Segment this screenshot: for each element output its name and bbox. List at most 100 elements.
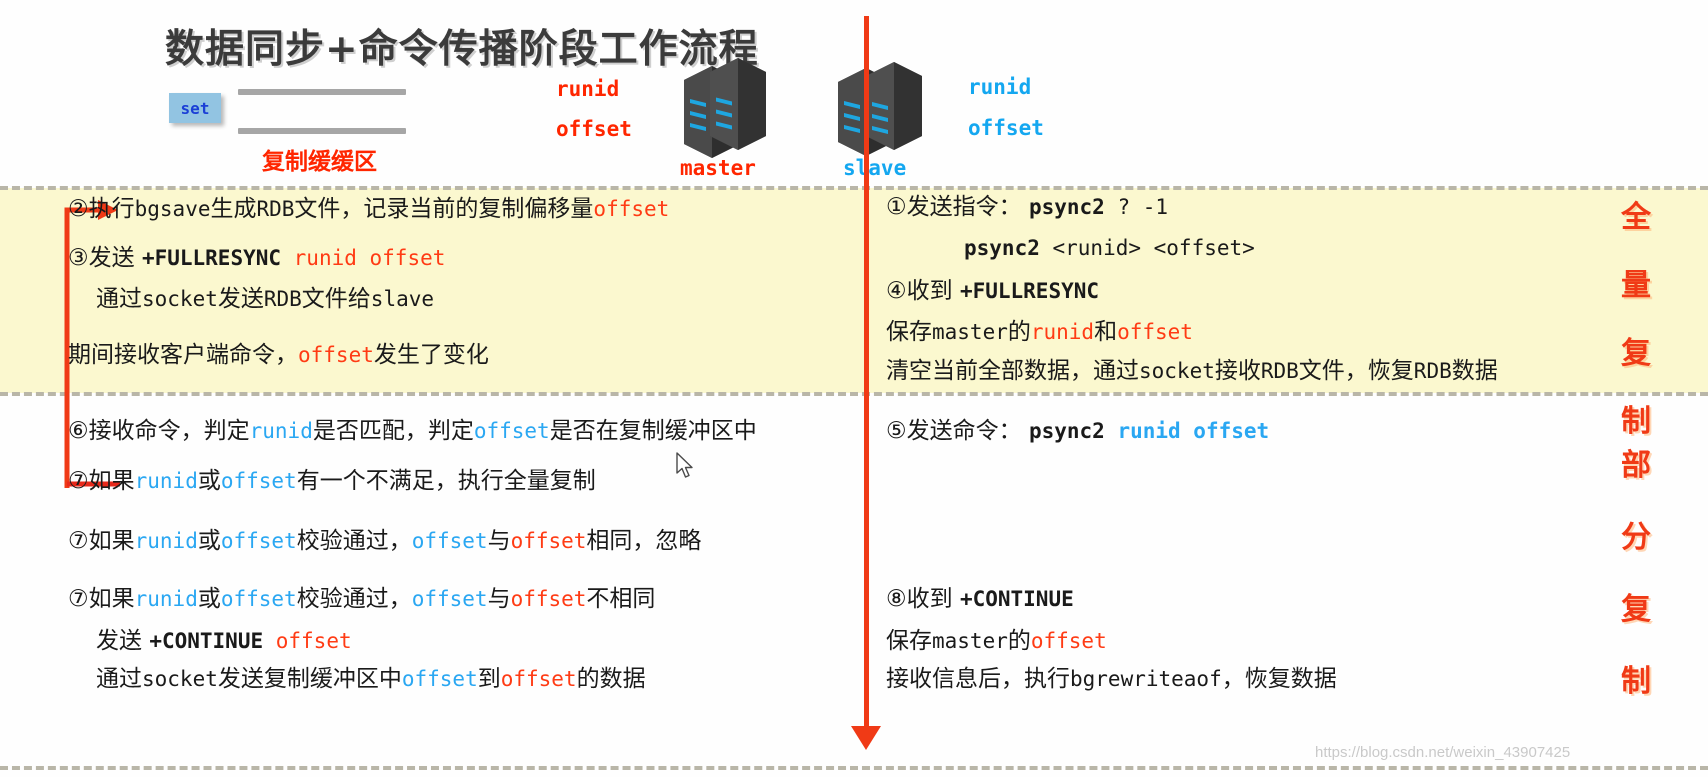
text-segment: ⑦如果 [68, 586, 135, 612]
text-segment: 或 [197, 528, 221, 554]
text-segment: 发生了变化 [373, 342, 489, 368]
text-segment: offset [510, 529, 587, 553]
text-segment: socket [1139, 359, 1215, 383]
watermark-text: https://blog.csdn.net/weixin_43907425 [1315, 744, 1571, 761]
caption-char: 制 [1621, 664, 1651, 699]
master-runid-label: runid [556, 77, 620, 101]
text-segment: ⑥接收命令，判定 [68, 418, 250, 444]
text-segment: bgsave [134, 197, 211, 221]
text-segment: ⑤发送命令： [886, 418, 1029, 444]
caption-char: 制 [1621, 404, 1651, 439]
master-step-7c: ⑦如果runid或offset校验通过，offset与offset不相同 [68, 588, 655, 611]
text-segment: 校验通过， [296, 586, 412, 612]
text-segment: runid [134, 587, 198, 611]
caption-char: 全 [1621, 200, 1651, 235]
text-segment: 与 [487, 586, 511, 612]
caption-char: 复 [1621, 336, 1651, 371]
text-segment: offset [1117, 320, 1193, 344]
text-segment: offset [473, 419, 550, 443]
partial-replication-caption: 部分复制 [1612, 440, 1660, 728]
text-segment: slave [370, 287, 435, 311]
text-segment: <runid> <offset> [1039, 236, 1255, 260]
text-segment: offset [1030, 629, 1107, 653]
master-offset-note: 期间接收客户端命令，offset发生了变化 [68, 344, 489, 367]
master-step-6: ⑥接收命令，判定runid是否匹配，判定offset是否在复制缓冲区中 [68, 420, 757, 443]
text-segment: 发送复制缓冲区中 [217, 666, 402, 692]
master-server-icon [678, 52, 768, 162]
slave-step-1-detail: psync2 <runid> <offset> [964, 237, 1255, 260]
text-segment: bgrewriteaof [1070, 667, 1222, 691]
slave-step-4-flush: 清空当前全部数据，通过socket接收RDB文件，恢复RDB数据 [886, 360, 1498, 383]
master-offset-label: offset [556, 117, 632, 141]
set-command-box: set [169, 93, 221, 123]
text-segment: 期间接收客户端命令， [68, 342, 298, 368]
text-segment: offset [275, 629, 352, 653]
text-segment: 的数据 [576, 666, 646, 692]
replication-buffer-label: 复制缓缓区 [262, 149, 377, 175]
text-segment: 文件，记录当前的复制偏移量 [294, 196, 594, 222]
master-step-7b: ⑦如果runid或offset校验通过，offset与offset相同，忽略 [68, 530, 701, 553]
text-segment: 保存 [886, 628, 932, 654]
caption-char: 分 [1621, 520, 1651, 555]
text-segment: 的 [1007, 319, 1031, 345]
text-segment: RDB [1260, 359, 1299, 383]
text-segment: 或 [197, 586, 221, 612]
text-segment: ⑦如果 [68, 528, 135, 554]
text-segment: 的 [1007, 628, 1031, 654]
text-segment: +CONTINUE [959, 587, 1074, 611]
text-segment: ②执行 [68, 196, 135, 222]
text-segment: +FULLRESYNC [141, 246, 294, 270]
text-segment: 接收信息后，执行 [886, 666, 1070, 692]
text-segment: 是否在复制缓冲区中 [549, 418, 757, 444]
text-segment: offset [220, 469, 297, 493]
text-segment: offset [500, 667, 577, 691]
slave-step-8-aof: 接收信息后，执行bgrewriteaof，恢复数据 [886, 668, 1337, 691]
text-segment: 通过 [96, 286, 142, 312]
text-segment: 和 [1094, 319, 1118, 345]
text-segment: offset [510, 587, 587, 611]
text-segment: master [932, 629, 1008, 653]
text-segment: offset [411, 587, 488, 611]
caption-char: 部 [1621, 448, 1651, 483]
text-segment: ，恢复数据 [1221, 666, 1337, 692]
slave-step-8: ⑧收到 +CONTINUE [886, 588, 1074, 611]
text-segment: ①发送指令： [886, 194, 1029, 220]
text-segment: 保存 [886, 319, 932, 345]
text-segment: offset [220, 529, 297, 553]
text-segment: runid offset [1104, 419, 1270, 443]
text-segment: 发送 [217, 286, 264, 312]
text-segment: offset [298, 343, 374, 367]
master-step-3-detail: 通过socket发送RDB文件给slave [96, 288, 434, 311]
master-step-7a: ⑦如果runid或offset有一个不满足，执行全量复制 [68, 470, 596, 493]
text-segment: 到 [477, 666, 501, 692]
text-segment: +FULLRESYNC [959, 279, 1100, 303]
text-segment: master [932, 320, 1008, 344]
text-segment: 校验通过， [296, 528, 412, 554]
text-segment: 通过 [96, 666, 142, 692]
text-segment: RDB [263, 287, 302, 311]
text-segment: +CONTINUE [149, 629, 276, 653]
text-segment: offset [220, 587, 297, 611]
band-divider-bottom [0, 766, 1708, 770]
text-segment: 是否匹配，判定 [312, 418, 474, 444]
text-segment: 相同，忽略 [586, 528, 702, 554]
text-segment: 与 [487, 528, 511, 554]
slave-step-4: ④收到 +FULLRESYNC [886, 280, 1099, 303]
text-segment: offset [411, 529, 488, 553]
text-segment: offset [401, 667, 478, 691]
text-segment: 有一个不满足，执行全量复制 [296, 468, 596, 494]
text-segment: 发送 [96, 628, 150, 654]
text-segment: 接收 [1214, 358, 1261, 384]
master-step-3: ③发送 +FULLRESYNC runid offset [68, 247, 445, 270]
text-segment: RDB [1413, 359, 1452, 383]
text-segment: 不相同 [586, 586, 656, 612]
text-segment: runid [249, 419, 313, 443]
text-segment: 清空当前全部数据，通过 [886, 358, 1139, 384]
text-segment: runid offset [293, 246, 446, 270]
band-divider-middle [0, 392, 1708, 396]
text-segment: psync2 [1028, 419, 1105, 443]
page-title: 数据同步+命令传播阶段工作流程 [165, 27, 759, 72]
master-step-7c-send: 发送 +CONTINUE offset [96, 630, 352, 653]
buffer-line-top [238, 89, 406, 95]
text-segment: runid [1030, 320, 1095, 344]
